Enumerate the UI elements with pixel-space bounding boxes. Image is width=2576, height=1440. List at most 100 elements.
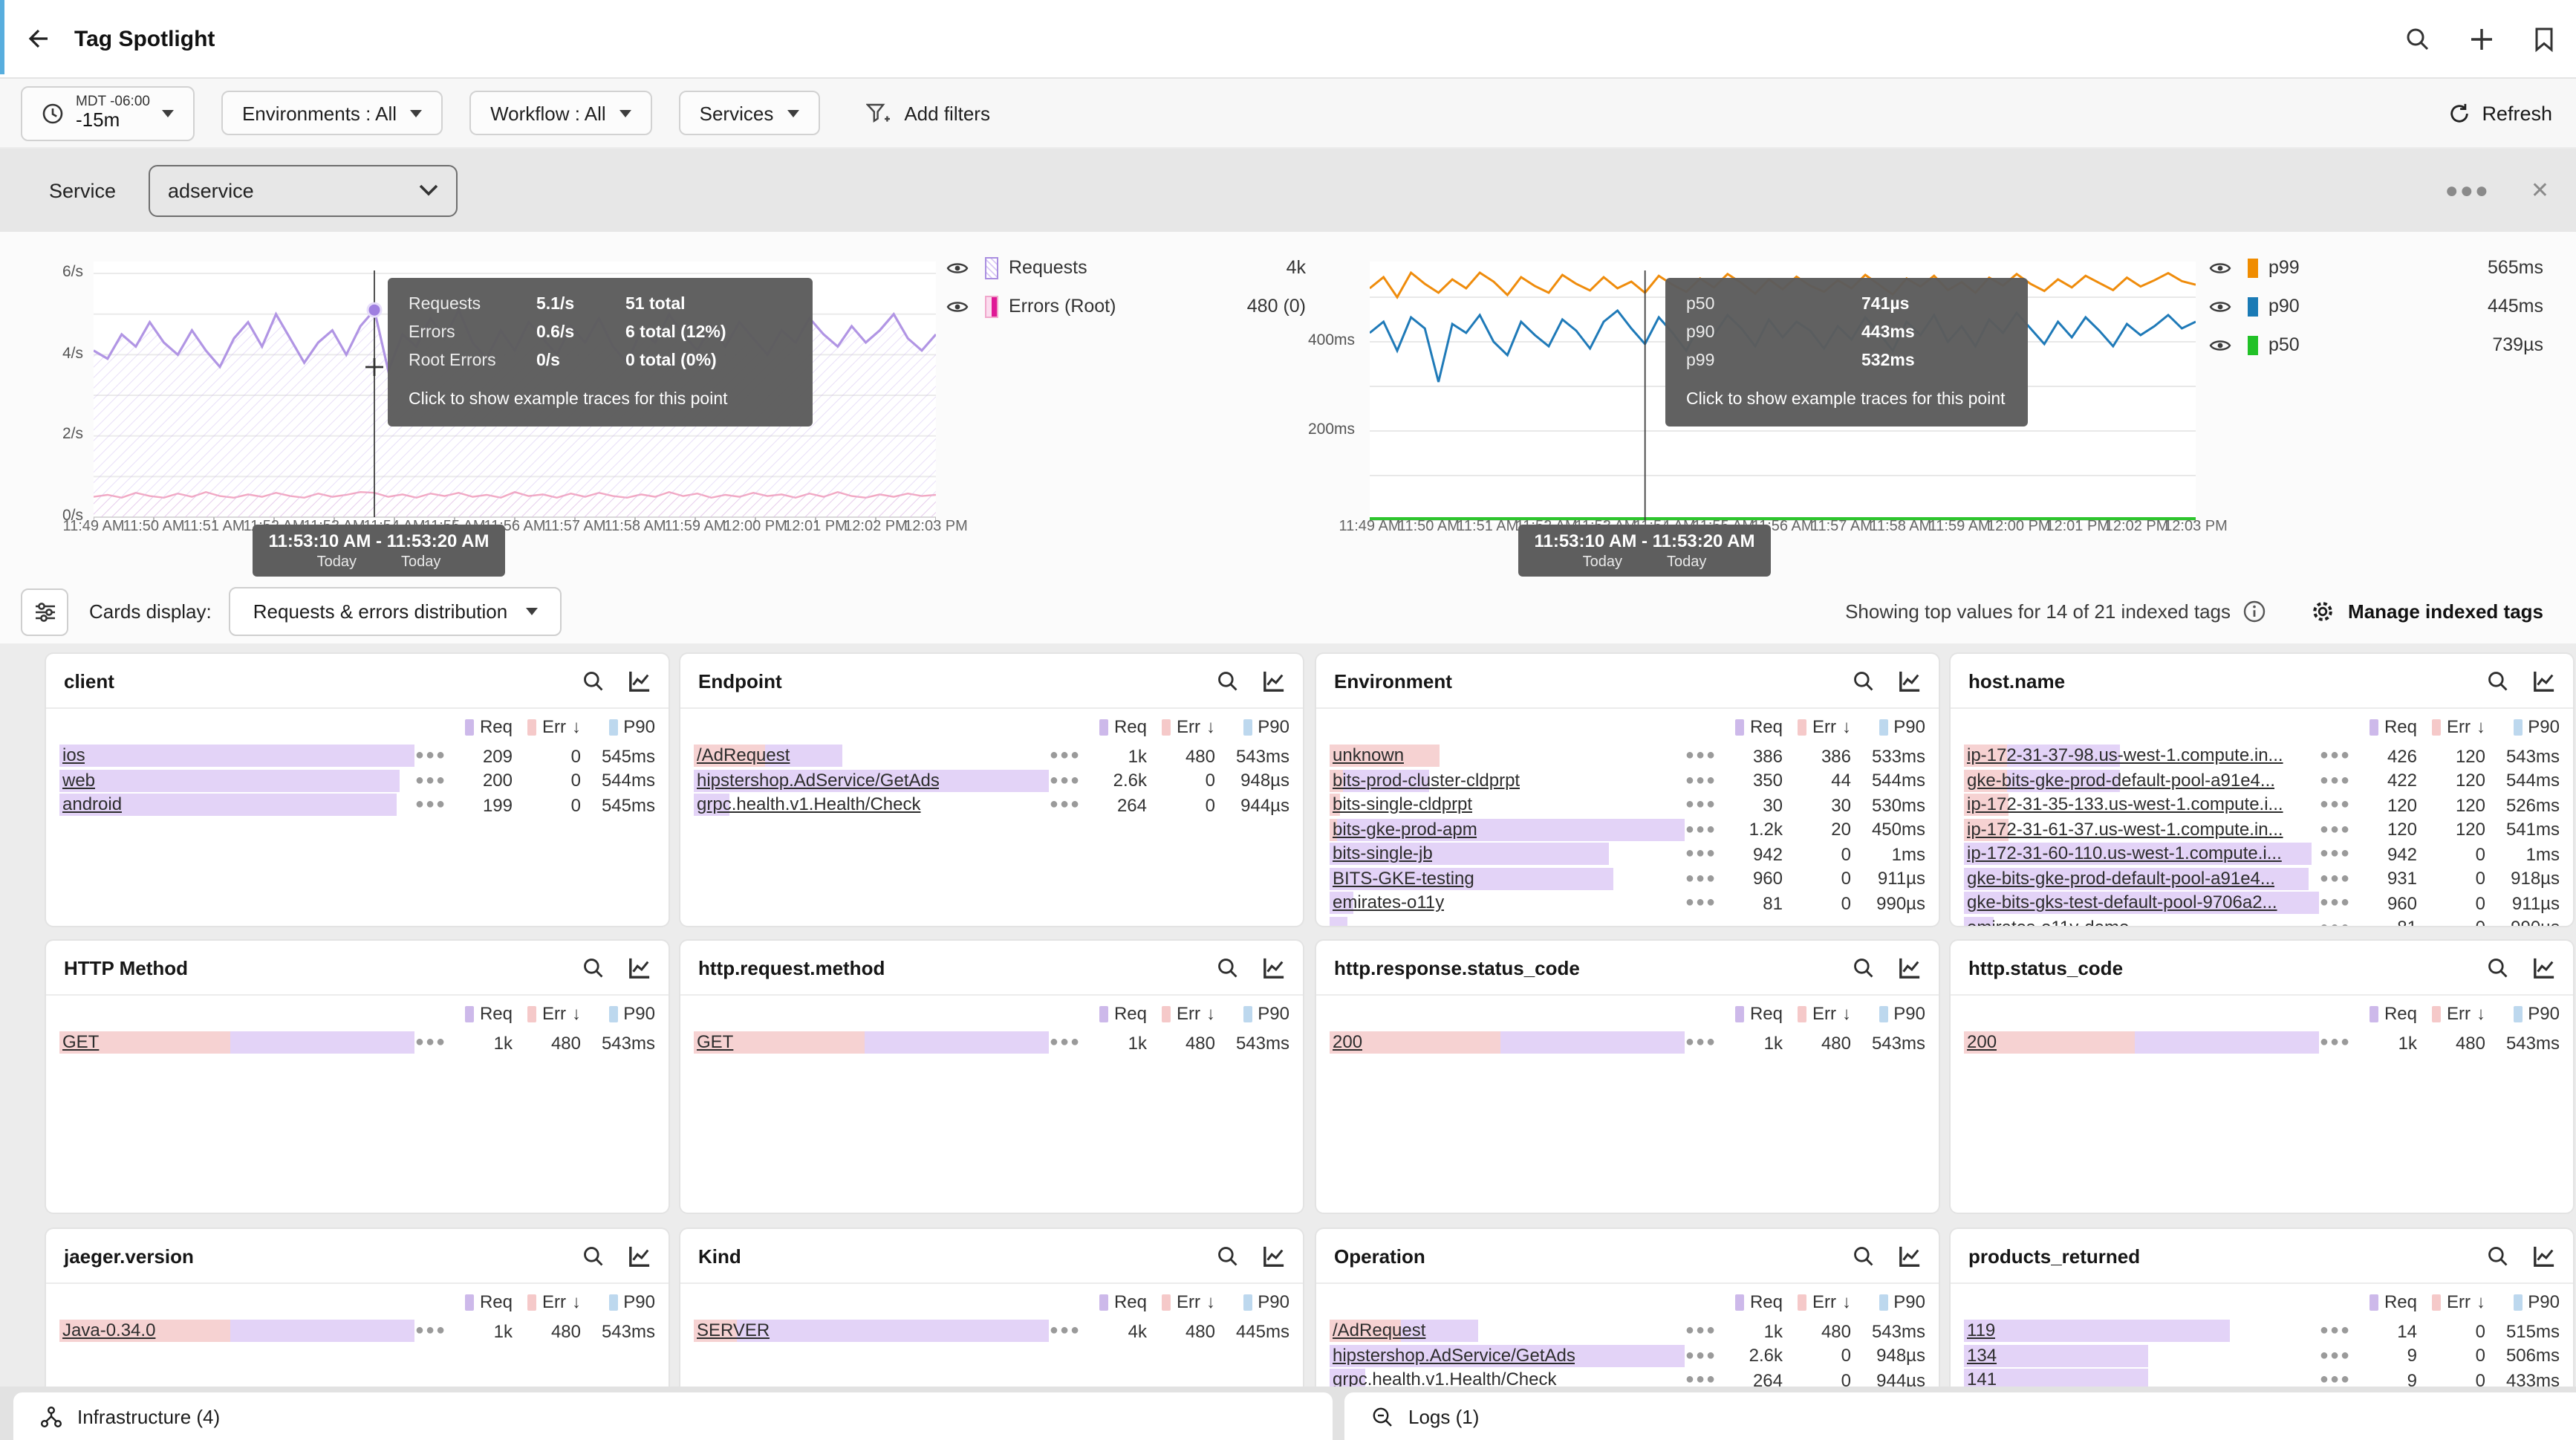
err-column-header[interactable]: Err↓ (1147, 717, 1215, 738)
search-icon[interactable] (2487, 956, 2509, 979)
req-column-header[interactable]: Req (1082, 717, 1147, 738)
row-more-options-icon[interactable]: ●●● (2319, 772, 2352, 788)
row-more-options-icon[interactable]: ●●● (1049, 1034, 1082, 1051)
row-more-options-icon[interactable]: ●●● (1049, 797, 1082, 813)
search-icon[interactable] (2487, 1245, 2509, 1267)
tag-value-link[interactable]: web (59, 769, 95, 791)
row-more-options-icon[interactable]: ●●● (1685, 1034, 1717, 1051)
tag-value-link[interactable]: 200 (1330, 1031, 1362, 1054)
tag-value-link[interactable]: bits-single-cldprpt (1330, 794, 1472, 816)
chart-icon[interactable] (2533, 956, 2555, 979)
info-icon[interactable] (2242, 600, 2265, 623)
chart-icon[interactable] (628, 1245, 651, 1267)
chart-icon[interactable] (1899, 956, 1921, 979)
row-more-options-icon[interactable]: ●●● (2319, 895, 2352, 911)
err-column-header[interactable]: Err↓ (1147, 1004, 1215, 1025)
service-select[interactable]: adservice (149, 164, 458, 216)
tag-value-link[interactable]: android (59, 794, 122, 816)
tag-value-link[interactable]: unknown (1330, 745, 1404, 767)
row-more-options-icon[interactable]: ●●● (1685, 846, 1717, 862)
row-more-options-icon[interactable]: ●●● (2319, 870, 2352, 886)
row-more-options-icon[interactable]: ●●● (1685, 1323, 1717, 1339)
err-column-header[interactable]: Err↓ (513, 1292, 581, 1313)
req-column-header[interactable]: Req (447, 1004, 513, 1025)
tag-value-link[interactable]: BITS-GKE-testing (1330, 867, 1474, 889)
search-icon[interactable] (582, 1245, 605, 1267)
chart-icon[interactable] (1263, 669, 1285, 692)
p90-column-header[interactable]: P90 (581, 1004, 655, 1025)
p90-column-header[interactable]: P90 (1851, 1292, 1925, 1313)
row-more-options-icon[interactable]: ●●● (1049, 772, 1082, 788)
row-more-options-icon[interactable]: ●●● (2319, 1323, 2352, 1339)
tag-value-link[interactable]: bits-single-jb (1330, 843, 1433, 865)
tag-value-link[interactable]: gke-bits-gks-test-default-pool-9706a2... (1964, 892, 2277, 914)
chart-icon[interactable] (1263, 956, 1285, 979)
gear-icon[interactable] (2309, 599, 2335, 624)
row-more-options-icon[interactable]: ●●● (2319, 846, 2352, 862)
row-more-options-icon[interactable]: ●●● (2319, 797, 2352, 813)
err-column-header[interactable]: Err↓ (2417, 1004, 2485, 1025)
row-more-options-icon[interactable]: ●●● (1685, 772, 1717, 788)
search-icon[interactable] (1853, 669, 1875, 692)
logs-panel[interactable]: Logs (1) (1344, 1392, 2576, 1440)
manage-indexed-tags-button[interactable]: Manage indexed tags (2348, 600, 2543, 623)
row-more-options-icon[interactable]: ●●● (414, 1323, 447, 1339)
row-more-options-icon[interactable]: ●●● (2319, 747, 2352, 764)
eye-icon[interactable] (2209, 337, 2231, 353)
tag-value-link[interactable]: 134 (1964, 1344, 1997, 1366)
tag-value-link[interactable]: ip-172-31-61-37.us-west-1.compute.in... (1964, 818, 2283, 840)
search-icon[interactable] (2487, 669, 2509, 692)
row-more-options-icon[interactable]: ●●● (1685, 747, 1717, 764)
p90-column-header[interactable]: P90 (1215, 1004, 1289, 1025)
req-column-header[interactable]: Req (1717, 717, 1783, 738)
err-column-header[interactable]: Err↓ (1783, 1292, 1851, 1313)
tag-value-link[interactable]: gke-bits-gke-prod-default-pool-a91e4... (1964, 769, 2275, 791)
row-more-options-icon[interactable]: ●●● (414, 772, 447, 788)
eye-icon[interactable] (2209, 259, 2231, 276)
req-column-header[interactable]: Req (2352, 717, 2417, 738)
row-more-options-icon[interactable]: ●●● (1685, 1347, 1717, 1363)
row-more-options-icon[interactable]: ●●● (2319, 1034, 2352, 1051)
tag-value-link[interactable]: gke-bits-gke-prod-default-pool-a91e4... (1964, 867, 2275, 889)
tag-value-link[interactable]: hipstershop.AdService/GetAds (1330, 1344, 1575, 1366)
search-icon[interactable] (582, 669, 605, 692)
create-new-icon[interactable] (2469, 26, 2494, 51)
row-more-options-icon[interactable]: ●●● (1685, 821, 1717, 837)
search-icon[interactable] (1217, 669, 1239, 692)
eye-icon[interactable] (2209, 298, 2231, 314)
req-column-header[interactable]: Req (1717, 1004, 1783, 1025)
err-column-header[interactable]: Err↓ (1783, 717, 1851, 738)
search-icon[interactable] (1217, 956, 1239, 979)
tag-value-link[interactable]: emirates-o11y (1330, 892, 1444, 914)
chart-icon[interactable] (1263, 1245, 1285, 1267)
row-more-options-icon[interactable]: ●●● (1685, 870, 1717, 886)
tag-value-link[interactable]: Java-0.34.0 (59, 1320, 155, 1342)
p90-column-header[interactable]: P90 (2485, 1004, 2560, 1025)
search-icon[interactable] (1853, 956, 1875, 979)
row-more-options-icon[interactable]: ●●● (2319, 821, 2352, 837)
more-options-icon[interactable]: ●●● (2445, 178, 2490, 203)
p90-column-header[interactable]: P90 (581, 1292, 655, 1313)
err-column-header[interactable]: Err↓ (2417, 1292, 2485, 1313)
tag-value-link[interactable]: GET (59, 1031, 99, 1054)
err-column-header[interactable]: Err↓ (513, 717, 581, 738)
req-column-header[interactable]: Req (1717, 1292, 1783, 1313)
p90-column-header[interactable]: P90 (581, 717, 655, 738)
chart-icon[interactable] (1899, 1245, 1921, 1267)
tag-value-link[interactable]: 119 (1964, 1320, 1995, 1342)
row-more-options-icon[interactable]: ●●● (414, 747, 447, 764)
req-column-header[interactable]: Req (447, 1292, 513, 1313)
row-more-options-icon[interactable]: ●●● (2319, 1347, 2352, 1363)
chart-icon[interactable] (628, 669, 651, 692)
tag-value-link[interactable]: ip-172-31-37-98.us-west-1.compute.in... (1964, 745, 2283, 767)
row-more-options-icon[interactable]: ●●● (1685, 1372, 1717, 1388)
cards-display-dropdown[interactable]: Requests & errors distribution (230, 587, 562, 636)
row-more-options-icon[interactable]: ●●● (2319, 919, 2352, 926)
p90-column-header[interactable]: P90 (1851, 717, 1925, 738)
tag-value-link[interactable]: /AdRequest (694, 745, 790, 767)
p90-column-header[interactable]: P90 (1215, 717, 1289, 738)
search-icon[interactable] (582, 956, 605, 979)
search-icon[interactable] (1217, 1245, 1239, 1267)
err-column-header[interactable]: Err↓ (2417, 717, 2485, 738)
close-icon[interactable]: ✕ (2531, 177, 2549, 204)
